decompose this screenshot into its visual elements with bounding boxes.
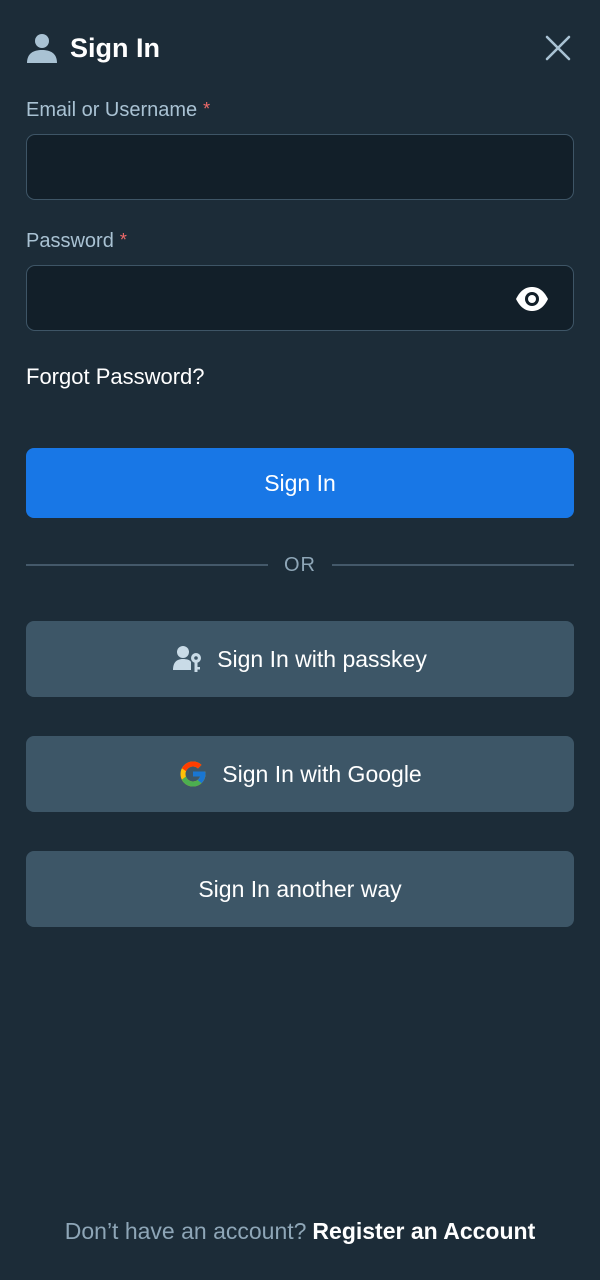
show-password-icon[interactable] <box>515 284 549 314</box>
passkey-button-label: Sign In with passkey <box>217 645 427 672</box>
register-prompt: Don’t have an account? <box>64 1218 307 1244</box>
required-marker: * <box>119 230 127 250</box>
google-button-label: Sign In with Google <box>222 760 422 787</box>
password-field-container <box>26 265 574 331</box>
email-field[interactable] <box>27 135 573 199</box>
email-field-container <box>26 134 574 200</box>
password-label: Password * <box>26 230 127 253</box>
dialog-header: Sign In <box>26 30 574 66</box>
divider-line-right <box>332 564 574 566</box>
divider-line-left <box>26 564 268 566</box>
email-label-text: Email or Username <box>26 99 198 121</box>
email-label: Email or Username * <box>26 99 210 122</box>
passkey-button[interactable]: Sign In with passkey <box>26 621 574 697</box>
another-way-button-label: Sign In another way <box>198 875 402 902</box>
forgot-password-link[interactable]: Forgot Password? <box>26 364 205 390</box>
google-icon <box>180 761 206 787</box>
sign-in-button-label: Sign In <box>264 469 336 496</box>
google-sign-in-button[interactable]: Sign In with Google <box>26 736 574 812</box>
required-marker: * <box>203 99 211 119</box>
page-title: Sign In <box>70 32 160 63</box>
password-label-text: Password <box>26 230 114 252</box>
sign-in-another-way-button[interactable]: Sign In another way <box>26 851 574 927</box>
password-field[interactable] <box>27 266 573 330</box>
divider-label: OR <box>284 553 316 576</box>
register-link[interactable]: Register an Account <box>312 1218 535 1244</box>
passkey-icon <box>173 646 202 672</box>
close-icon[interactable] <box>542 32 574 64</box>
register-footer: Don’t have an account? Register an Accoun… <box>0 1218 600 1245</box>
sign-in-button[interactable]: Sign In <box>26 448 574 518</box>
user-icon <box>27 34 57 63</box>
or-divider: OR <box>26 550 574 580</box>
